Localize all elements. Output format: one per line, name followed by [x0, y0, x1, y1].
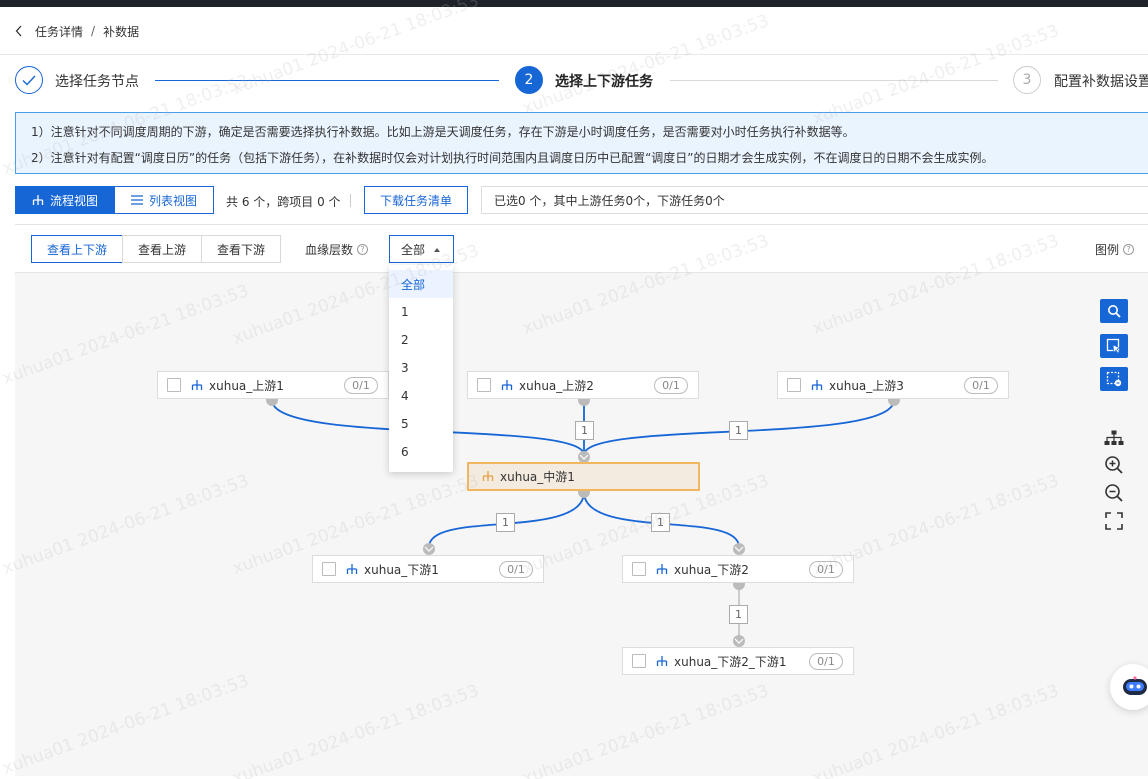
node-midstream-1-current[interactable]: xuhua_中游1 — [467, 462, 700, 491]
node-name: xuhua_下游2 — [674, 562, 749, 577]
assistant-bot-icon[interactable] — [1110, 664, 1148, 710]
task-node-icon — [346, 563, 358, 575]
edge-label-up3-mid1: 1 — [729, 421, 748, 440]
select-cursor-icon[interactable] — [1100, 334, 1128, 358]
node-downstream-2-1[interactable]: xuhua_下游2_下游1 0/1 — [622, 647, 854, 675]
depth-option[interactable]: 3 — [389, 354, 453, 382]
node-downstream-1[interactable]: xuhua_下游1 0/1 — [312, 555, 544, 583]
node-name: xuhua_下游2_下游1 — [674, 654, 787, 669]
node-checkbox[interactable] — [322, 562, 336, 576]
task-node-icon — [191, 379, 203, 391]
depth-option[interactable]: 1 — [389, 298, 453, 326]
zoom-out-icon[interactable] — [1100, 481, 1128, 505]
port-down1-in — [423, 543, 435, 555]
depth-option[interactable]: 4 — [389, 382, 453, 410]
node-name: xuhua_上游2 — [519, 378, 594, 393]
node-checkbox[interactable] — [477, 378, 491, 392]
port-down2-in — [733, 543, 745, 555]
zoom-in-icon[interactable] — [1100, 453, 1128, 477]
port-down21-in — [733, 635, 745, 647]
search-icon[interactable] — [1100, 299, 1128, 323]
node-checkbox[interactable] — [632, 654, 646, 668]
depth-option[interactable]: 2 — [389, 326, 453, 354]
node-name: xuhua_上游1 — [209, 378, 284, 393]
task-node-icon — [656, 655, 668, 667]
task-node-icon — [501, 379, 513, 391]
task-node-icon — [482, 471, 494, 482]
node-ratio-badge: 0/1 — [654, 377, 688, 394]
depth-option[interactable]: 5 — [389, 410, 453, 438]
node-upstream-2[interactable]: xuhua_上游2 0/1 — [467, 371, 699, 399]
edge-label-mid1-down2: 1 — [651, 513, 670, 532]
depth-option[interactable]: 全部 — [389, 270, 453, 298]
node-name: xuhua_上游3 — [829, 378, 904, 393]
node-checkbox[interactable] — [632, 562, 646, 576]
layout-tree-icon[interactable] — [1100, 426, 1128, 450]
node-ratio-badge: 0/1 — [809, 653, 843, 670]
task-node-icon — [656, 563, 668, 575]
node-upstream-3[interactable]: xuhua_上游3 0/1 — [777, 371, 1009, 399]
fullscreen-icon[interactable] — [1100, 509, 1128, 533]
depth-option[interactable]: 6 — [389, 438, 453, 466]
node-name: xuhua_中游1 — [500, 470, 575, 484]
task-node-icon — [811, 379, 823, 391]
node-checkbox[interactable] — [787, 378, 801, 392]
node-downstream-2[interactable]: xuhua_下游2 0/1 — [622, 555, 854, 583]
node-ratio-badge: 0/1 — [809, 561, 843, 578]
edge-label-up2-mid1: 1 — [575, 421, 594, 440]
node-ratio-badge: 0/1 — [344, 377, 378, 394]
node-checkbox[interactable] — [167, 378, 181, 392]
edge-label-mid1-down1: 1 — [496, 513, 515, 532]
node-upstream-1[interactable]: xuhua_上游1 0/1 — [157, 371, 389, 399]
edge-label-down2-down21: 1 — [729, 605, 748, 624]
box-select-icon[interactable] — [1100, 367, 1128, 391]
node-ratio-badge: 0/1 — [964, 377, 998, 394]
lineage-depth-dropdown: 全部 1 2 3 4 5 6 — [389, 265, 453, 472]
node-ratio-badge: 0/1 — [499, 561, 533, 578]
node-name: xuhua_下游1 — [364, 562, 439, 577]
